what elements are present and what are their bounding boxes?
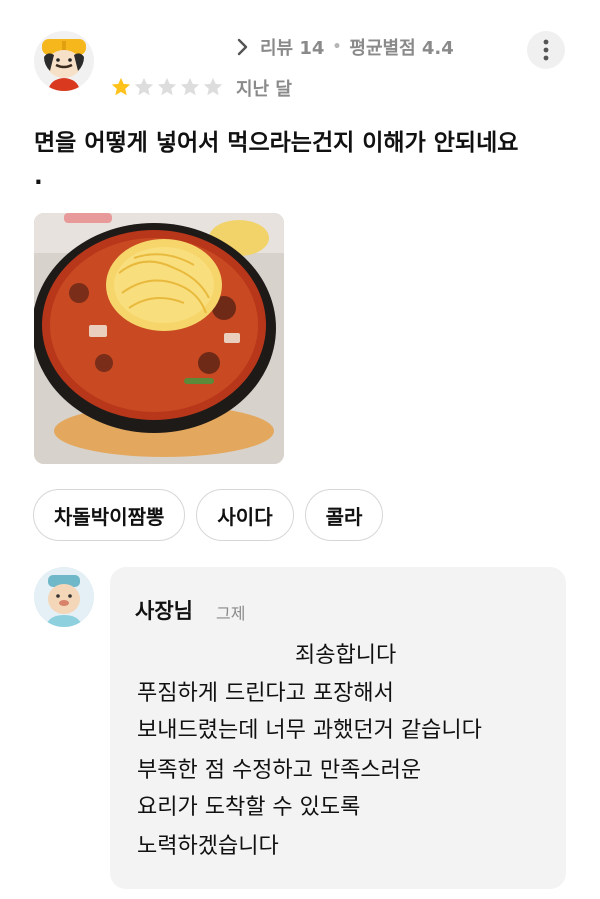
reviewer-stats[interactable]: 리뷰 14 • 평균별점 4.4 [232,34,454,60]
more-vertical-icon [543,39,549,61]
star-filled-icon [111,77,131,96]
food-photo-icon [34,213,284,464]
owner-avatar-icon [34,567,94,627]
reply-line: 부족한 점 수정하고 만족스러운 [137,758,422,783]
menu-tag-item[interactable]: 차돌박이짬뽕 [33,489,186,541]
review-count: 리뷰 14 [260,38,325,59]
reviewer-avatar-icon [34,31,94,91]
menu-tag-item[interactable]: 사이다 [196,489,294,541]
average-rating: 평균별점 4.4 [349,38,454,59]
star-empty-icon [134,77,154,96]
review-text: 면을 어떻게 넣어서 먹으라는건지 이해가 안되네요 . [34,130,519,190]
review-date: 지난 달 [236,79,292,100]
owner-avatar [34,567,94,627]
owner-reply: 사장님 그제 죄송합니다 푸짐하게 드린다고 포장해서 보내드렸는데 너무 과했… [110,567,566,889]
reply-line: 보내드렸는데 너무 과했던거 같습니다 [137,718,482,743]
star-empty-icon [157,77,177,96]
more-options-button[interactable] [527,31,565,69]
reply-line: 요리가 도착할 수 있도록 [137,795,361,820]
reviewer-avatar[interactable] [34,31,94,91]
ordered-menu-tags: 차돌박이짬뽕 사이다 콜라 [33,489,384,541]
reply-date: 그제 [216,604,246,623]
separator-dot: • [332,39,342,55]
reply-line: 죄송합니다 [295,643,397,668]
chevron-right-icon [232,37,252,57]
review-photo[interactable] [34,213,284,464]
star-rating [110,76,224,98]
star-empty-icon [203,77,223,96]
menu-tag-item[interactable]: 콜라 [304,489,384,541]
owner-name: 사장님 [135,599,193,623]
star-empty-icon [180,77,200,96]
reply-line: 푸짐하게 드린다고 포장해서 [137,681,394,706]
reply-line: 노력하겠습니다 [137,834,279,859]
